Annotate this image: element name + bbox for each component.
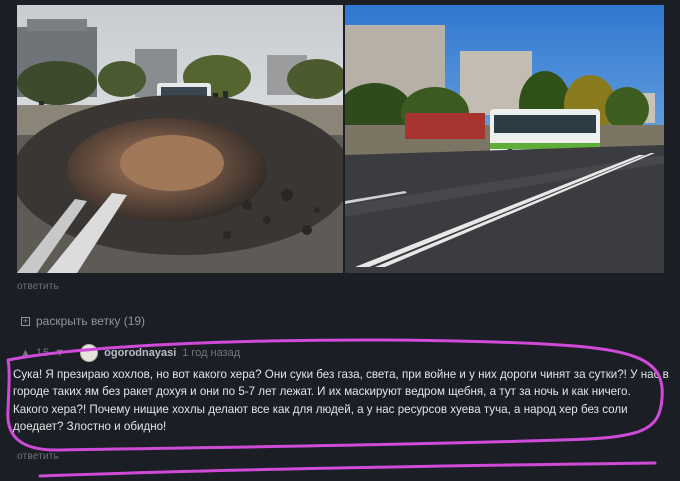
road-image xyxy=(345,5,664,273)
crater-image xyxy=(17,5,343,273)
repaired-road-photo[interactable] xyxy=(345,5,664,273)
comment-time: 1 год назад xyxy=(182,347,241,359)
reply-link-comment[interactable]: ответить xyxy=(17,451,59,462)
plus-box-icon: + xyxy=(21,315,30,326)
comment-text: Сука! Я презираю хохлов, но вот какого х… xyxy=(13,368,669,434)
expand-thread-button[interactable]: + раскрыть ветку (19) xyxy=(21,314,145,328)
expand-thread-label: раскрыть ветку (19) xyxy=(36,314,146,328)
username[interactable]: ogorodnayasi xyxy=(104,347,176,359)
reply-link[interactable]: ответить xyxy=(17,281,59,292)
user-avatar[interactable] xyxy=(80,344,99,362)
comment-meta: ▲ 15 ▼ ogorodnayasi 1 год назад xyxy=(20,344,240,362)
vote-controls[interactable]: ▲ 15 ▼ xyxy=(20,347,66,359)
crater-photo[interactable] xyxy=(17,5,343,273)
post-page: ответить + раскрыть ветку (19) ▲ 15 ▼ og… xyxy=(0,0,680,481)
